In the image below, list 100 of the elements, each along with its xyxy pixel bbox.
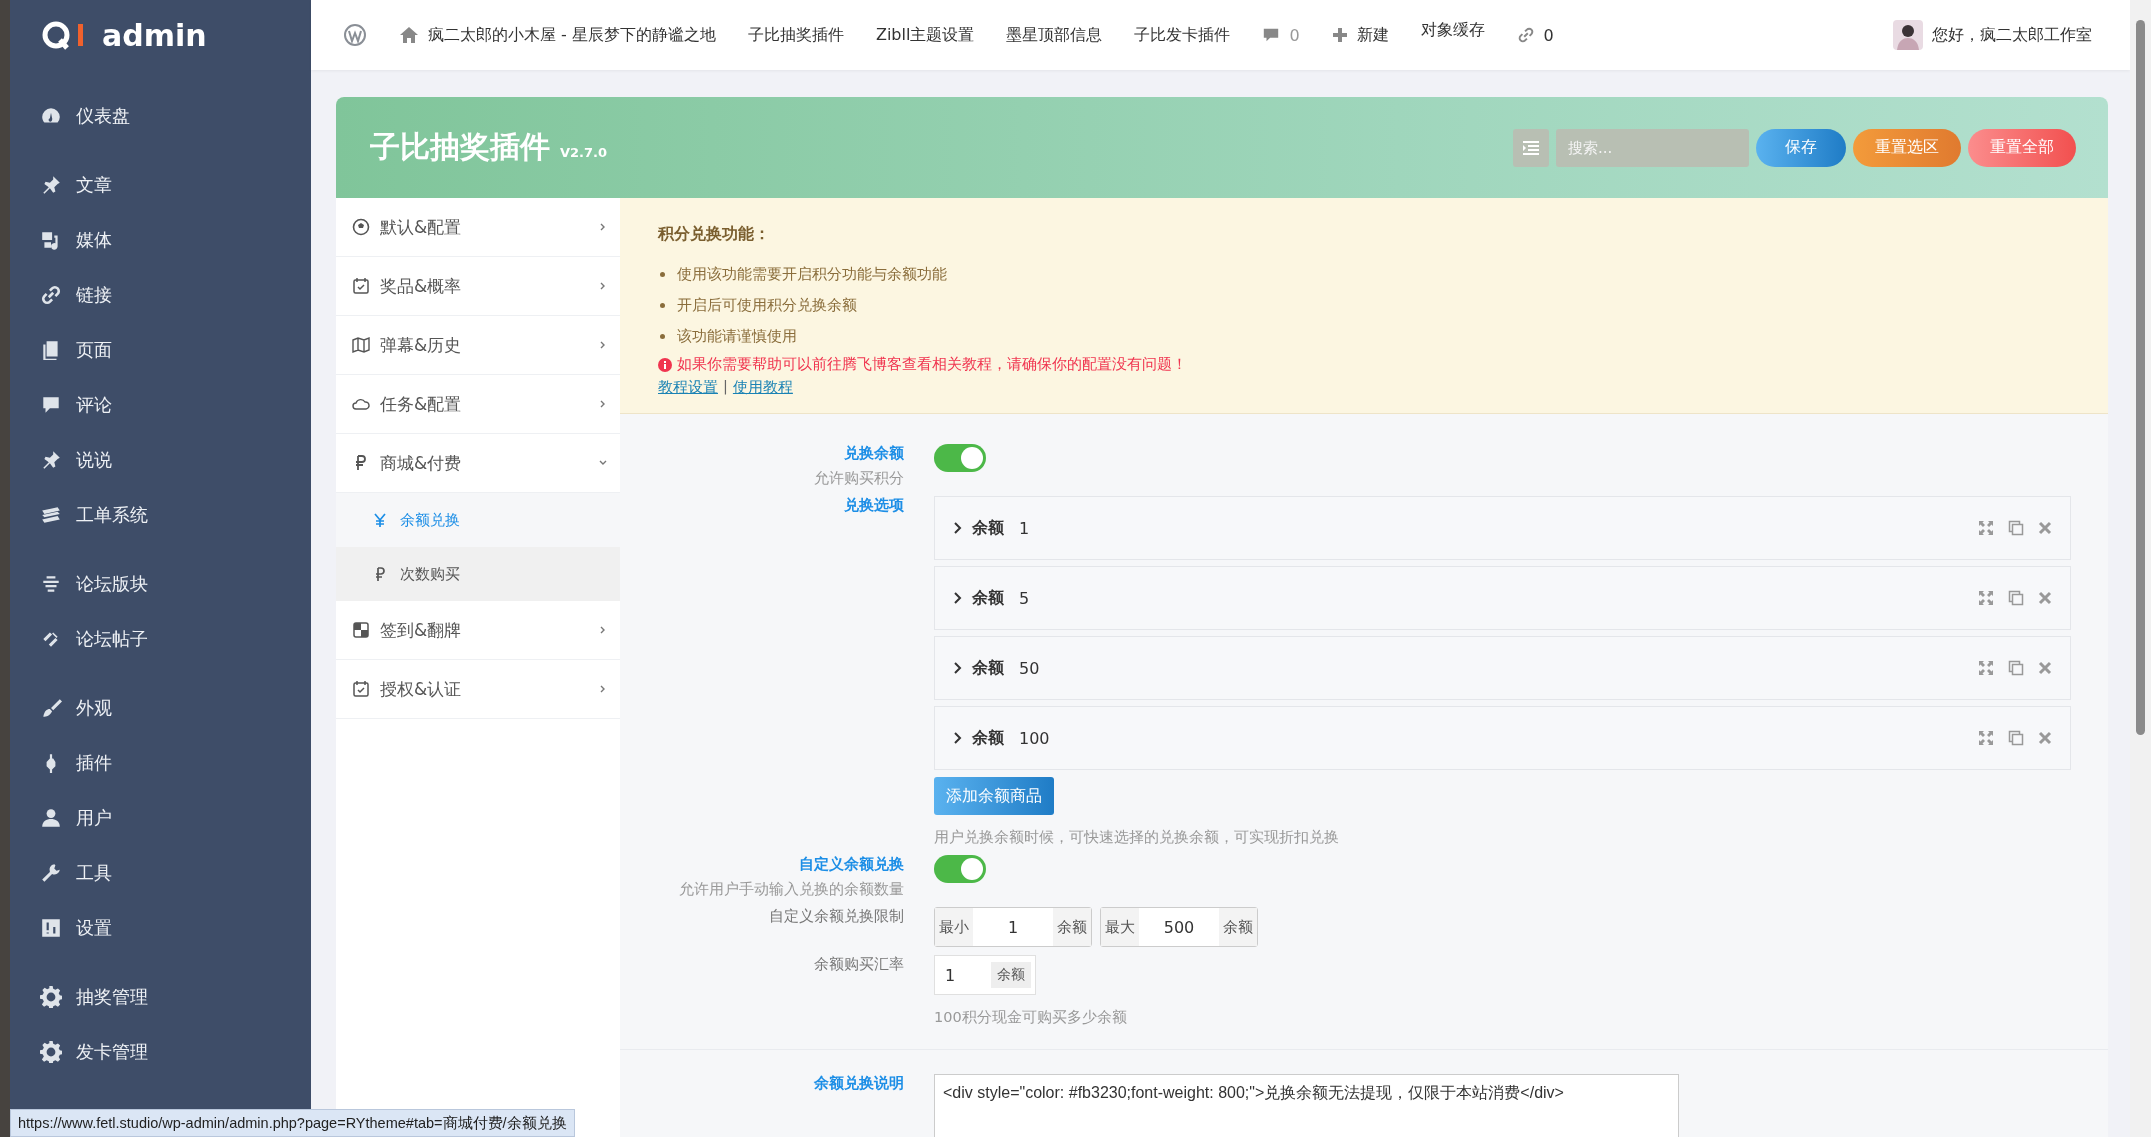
- option-card[interactable]: 余额 100: [934, 706, 2071, 770]
- notice-title: 积分兑换功能：: [658, 224, 771, 245]
- bullet-icon: [660, 334, 665, 339]
- option-value: 1: [1019, 518, 1030, 538]
- help-text: 100积分现金可购买多少余额: [934, 1008, 1128, 1027]
- copy-icon[interactable]: [2008, 520, 2024, 536]
- calendar-icon: [352, 680, 370, 698]
- menu-link[interactable]: 墨星顶部信息: [990, 24, 1119, 46]
- menu-link[interactable]: Zibll主题设置: [859, 24, 991, 46]
- option-value: 50: [1019, 658, 1040, 678]
- toggle-switch[interactable]: [934, 444, 986, 472]
- close-icon[interactable]: [2038, 591, 2052, 605]
- link-icon: [40, 283, 62, 306]
- sidebar-item[interactable]: 论坛帖子: [10, 611, 311, 666]
- bullet-icon: [660, 303, 665, 308]
- status-url: https://www.fetl.studio/wp-admin/admin.php?page=RYtheme#tab=商城付费/余额兑换: [10, 1109, 575, 1137]
- copy-icon[interactable]: [2008, 730, 2024, 746]
- tutorial-link[interactable]: 教程设置: [658, 378, 718, 397]
- number-field[interactable]: 1 余额: [934, 955, 1037, 995]
- sidebar-item[interactable]: 论坛版块: [10, 556, 311, 611]
- warning-text: 如果你需要帮助可以前往腾飞博客查看相关教程，请确保你的配置没有问题！: [677, 355, 1187, 374]
- sidebar-item[interactable]: 抽奖管理: [10, 969, 311, 1024]
- field-label: 自定义余额兑换限制: [768, 907, 904, 926]
- sidebar-item[interactable]: 设置: [10, 900, 311, 955]
- sliders-icon: [40, 916, 62, 939]
- pin-icon: [40, 448, 62, 471]
- ruble-icon: [374, 567, 386, 581]
- yen-icon: [374, 513, 386, 527]
- menu-link[interactable]: 对象缓存: [1404, 20, 1501, 41]
- expand-icon[interactable]: [1978, 730, 1994, 746]
- plus-icon: [1331, 27, 1348, 43]
- brush-icon: [40, 696, 62, 719]
- panel-title: 子比抽奖插件: [370, 128, 550, 166]
- option-value: 100: [1019, 728, 1050, 748]
- field-label: 自定义余额兑换: [798, 855, 904, 874]
- option-label: 余额: [972, 517, 1004, 539]
- chevron-right-icon: [953, 592, 963, 604]
- search-field[interactable]: 搜索...: [1556, 128, 1749, 167]
- chevron-right-icon: [953, 522, 963, 534]
- sidebar-item[interactable]: 说说: [10, 432, 311, 487]
- avatar-icon: [1893, 20, 1923, 50]
- copy-icon[interactable]: [2008, 660, 2024, 676]
- account-link[interactable]: 您好，疯二太郎工作室: [1877, 20, 2108, 50]
- calendar-icon: [352, 277, 370, 295]
- option-label: 余额: [972, 587, 1004, 609]
- scrollbar[interactable]: [2130, 0, 2151, 1137]
- info-icon: [658, 357, 672, 372]
- sidebar-item[interactable]: 插件: [10, 735, 311, 790]
- copy-icon[interactable]: [2008, 590, 2024, 606]
- bullet-icon: [660, 272, 665, 277]
- sidebar-item[interactable]: 媒体: [10, 212, 311, 267]
- links-link[interactable]: 0: [1500, 25, 1570, 45]
- sidebar-item[interactable]: 用户: [10, 790, 311, 845]
- ball-icon: [352, 218, 370, 236]
- close-icon[interactable]: [2038, 661, 2052, 675]
- toggle-switch[interactable]: [934, 855, 986, 883]
- sidebar-item[interactable]: 外观: [10, 680, 311, 735]
- list-icon: [1523, 140, 1539, 155]
- checker-icon: [352, 621, 370, 639]
- separator-text: |: [723, 378, 728, 397]
- number-field[interactable]: 最小 1 余额: [934, 907, 1092, 947]
- expand-all-button[interactable]: [1513, 128, 1549, 167]
- sidebar-item[interactable]: 文章: [10, 157, 311, 212]
- sidebar-item[interactable]: 仪表盘: [10, 88, 311, 143]
- sidebar-item[interactable]: 发卡管理: [10, 1024, 311, 1079]
- option-card[interactable]: 余额 1: [934, 496, 2071, 560]
- close-icon[interactable]: [2038, 731, 2052, 745]
- link-icon: [1516, 26, 1535, 44]
- version-label: V2.7.0: [560, 145, 608, 160]
- tutorial-link[interactable]: 使用教程: [732, 378, 793, 397]
- expand-icon[interactable]: [1978, 520, 1994, 536]
- logo-text: admin: [102, 17, 207, 53]
- option-card[interactable]: 余额 50: [934, 636, 2071, 700]
- sidebar-item[interactable]: 页面: [10, 322, 311, 377]
- expand-icon[interactable]: [1978, 660, 1994, 676]
- option-card[interactable]: 余额 5: [934, 566, 2071, 630]
- menu-link[interactable]: 子比抽奖插件: [731, 24, 860, 46]
- user-icon: [40, 806, 62, 829]
- site-link[interactable]: 疯二太郎的小木屋 - 星辰梦下的静谧之地: [383, 24, 732, 46]
- sidebar-item[interactable]: 工单系统: [10, 487, 311, 542]
- code-field[interactable]: <div style="color: #fb3230;font-weight: 800;">兑换余额无法提现，仅限于本站消费</div>: [934, 1074, 1679, 1137]
- expand-icon[interactable]: [1978, 590, 1994, 606]
- wrench-icon: [40, 861, 62, 884]
- nav-subitem[interactable]: 次数购买: [336, 547, 620, 601]
- new-link[interactable]: 新建: [1315, 24, 1405, 46]
- sidebar-item[interactable]: 链接: [10, 267, 311, 322]
- option-value: 5: [1019, 588, 1030, 608]
- option-label: 余额: [972, 657, 1004, 679]
- sidebar-item[interactable]: 评论: [10, 377, 311, 432]
- field-label: 余额购买汇率: [813, 955, 904, 974]
- field-subtitle: 允许用户手动输入兑换的余额数量: [678, 880, 904, 899]
- close-icon[interactable]: [2038, 521, 2052, 535]
- number-field[interactable]: 最大 500 余额: [1100, 907, 1258, 947]
- menu-link[interactable]: 子比发卡插件: [1118, 24, 1247, 46]
- gear-icon: [40, 985, 62, 1008]
- wordpress-icon[interactable]: [343, 23, 367, 47]
- sidebar-item[interactable]: 工具: [10, 845, 311, 900]
- help-text: 用户兑换余额时候，可快速选择的兑换余额，可实现折扣兑换: [934, 828, 1340, 847]
- chevron-right-icon: [953, 662, 963, 674]
- notice-text: 该功能请谨慎使用: [677, 327, 797, 346]
